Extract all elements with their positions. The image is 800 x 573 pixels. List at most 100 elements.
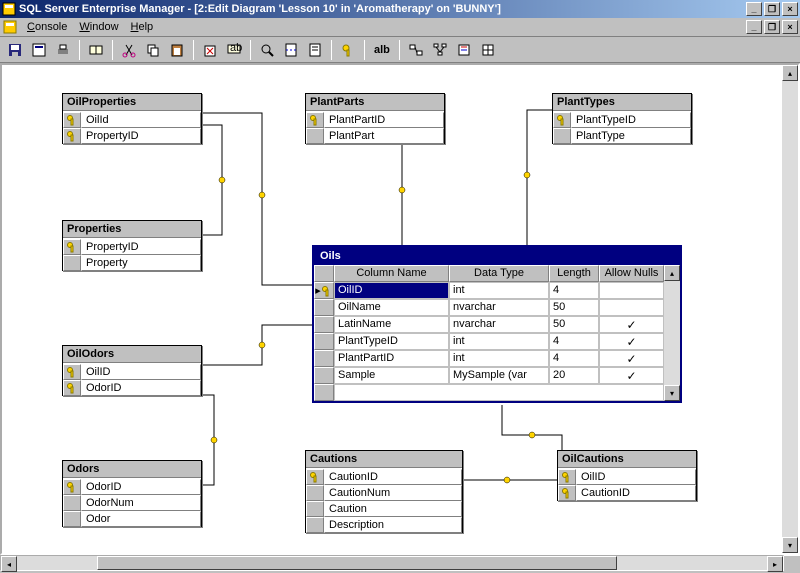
cell-column-name[interactable]: Sample	[334, 367, 449, 384]
table-oilcautions[interactable]: OilCautionsOilIDCautionID	[557, 450, 697, 501]
table-title[interactable]: PlantParts	[306, 94, 444, 111]
table-odors[interactable]: OdorsOdorIDOdorNumOdor	[62, 460, 202, 527]
cell-column-name[interactable]: PlantPartID	[334, 350, 449, 367]
scroll-left-button[interactable]: ◂	[1, 556, 17, 572]
table-row[interactable]: OdorID	[63, 379, 201, 395]
menu-help[interactable]: Help	[125, 19, 160, 35]
close-button[interactable]: ×	[782, 2, 798, 16]
cell-data-type[interactable]: int	[449, 350, 549, 367]
cell-allow-nulls[interactable]	[599, 299, 664, 316]
table-plantparts[interactable]: PlantPartsPlantPartIDPlantPart	[305, 93, 445, 144]
mdi-restore-button[interactable]: ❐	[764, 20, 780, 34]
cell-length[interactable]: 50	[549, 299, 599, 316]
columns-button[interactable]	[477, 39, 499, 61]
canvas-scrollbar-h[interactable]: ◂ ▸	[0, 555, 784, 571]
table-row[interactable]: SampleMySample (var20✓	[314, 367, 664, 384]
scroll-up-button[interactable]: ▴	[664, 265, 680, 281]
cell-column-name[interactable]: PlantTypeID	[334, 333, 449, 350]
cell-column-name[interactable]: OilName	[334, 299, 449, 316]
properties-button[interactable]	[28, 39, 50, 61]
mdi-icon[interactable]	[2, 19, 18, 35]
show-relations-button[interactable]	[405, 39, 427, 61]
cell-allow-nulls[interactable]: ✓	[599, 367, 664, 384]
scroll-right-button[interactable]: ▸	[767, 556, 783, 572]
table-row[interactable]: CautionNum	[306, 484, 462, 500]
col-header-name[interactable]: Column Name	[334, 265, 449, 282]
recalc-button[interactable]	[304, 39, 326, 61]
mdi-close-button[interactable]: ×	[782, 20, 798, 34]
oils-grid[interactable]: Column Name Data Type Length Allow Nulls…	[314, 265, 664, 401]
col-header-nulls[interactable]: Allow Nulls	[599, 265, 664, 282]
paste-button[interactable]	[166, 39, 188, 61]
table-title[interactable]: OilCautions	[558, 451, 696, 468]
table-row[interactable]: Description	[306, 516, 462, 532]
cell-data-type[interactable]: int	[449, 282, 549, 299]
maximize-button[interactable]: ❐	[764, 2, 780, 16]
table-row[interactable]: PlantTypeID	[553, 111, 691, 127]
table-oils[interactable]: Oils Column Name Data Type Length Allow …	[312, 245, 682, 403]
cell-data-type[interactable]: nvarchar	[449, 316, 549, 333]
table-title[interactable]: OilOdors	[63, 346, 201, 363]
table-row[interactable]: PlantType	[553, 127, 691, 143]
row-header[interactable]	[314, 350, 334, 367]
table-row[interactable]: LatinNamenvarchar50✓	[314, 316, 664, 333]
primary-key-button[interactable]	[337, 39, 359, 61]
table-title[interactable]: PlantTypes	[553, 94, 691, 111]
table-row[interactable]: OdorNum	[63, 494, 201, 510]
page-break-button[interactable]	[280, 39, 302, 61]
table-properties[interactable]: PropertiesPropertyIDProperty	[62, 220, 202, 271]
table-row[interactable]: OilNamenvarchar50	[314, 299, 664, 316]
cell-data-type[interactable]: int	[449, 333, 549, 350]
row-header[interactable]: ▸	[314, 282, 334, 299]
cell-data-type[interactable]: MySample (var	[449, 367, 549, 384]
table-row[interactable]: Caution	[306, 500, 462, 516]
cell-allow-nulls[interactable]: ✓	[599, 333, 664, 350]
table-title[interactable]: Properties	[63, 221, 201, 238]
cut-button[interactable]	[118, 39, 140, 61]
cell-column-name[interactable]: OilID	[334, 282, 449, 299]
row-header[interactable]	[314, 333, 334, 350]
scroll-up-button[interactable]: ▴	[782, 65, 798, 81]
table-row[interactable]: Odor	[63, 510, 201, 526]
annotations-button[interactable]: ab	[223, 39, 245, 61]
save-button[interactable]	[4, 39, 26, 61]
table-row[interactable]: ▸OilIDint4	[314, 282, 664, 299]
menu-console[interactable]: Console	[21, 19, 73, 35]
table-row[interactable]: PlantPartID	[306, 111, 444, 127]
col-header-type[interactable]: Data Type	[449, 265, 549, 282]
table-oilodors[interactable]: OilOdorsOilIDOdorID	[62, 345, 202, 396]
cell-length[interactable]: 4	[549, 333, 599, 350]
cell-allow-nulls[interactable]: ✓	[599, 316, 664, 333]
cell-data-type[interactable]: nvarchar	[449, 299, 549, 316]
table-row[interactable]: PlantPartIDint4✓	[314, 350, 664, 367]
zoom-button[interactable]	[256, 39, 278, 61]
cell-allow-nulls[interactable]: ✓	[599, 350, 664, 367]
cell-length[interactable]: 4	[549, 282, 599, 299]
copy-button[interactable]	[142, 39, 164, 61]
new-table-button[interactable]	[85, 39, 107, 61]
table-row[interactable]: OilId	[63, 111, 201, 127]
delete-button[interactable]	[199, 39, 221, 61]
row-header[interactable]	[314, 367, 334, 384]
table-row[interactable]: CautionID	[306, 468, 462, 484]
table-row[interactable]: CautionID	[558, 484, 696, 500]
diagram-canvas[interactable]: OilPropertiesOilIdPropertyID PropertiesP…	[2, 65, 798, 553]
cell-length[interactable]: 20	[549, 367, 599, 384]
table-planttypes[interactable]: PlantTypesPlantTypeIDPlantType	[552, 93, 692, 144]
manage-relations-button[interactable]	[429, 39, 451, 61]
table-title[interactable]: Odors	[63, 461, 201, 478]
table-oils-title[interactable]: Oils	[314, 247, 680, 265]
cell-column-name[interactable]: LatinName	[334, 316, 449, 333]
table-row[interactable]: OilID	[558, 468, 696, 484]
table-row[interactable]: PlantPart	[306, 127, 444, 143]
cell-allow-nulls[interactable]	[599, 282, 664, 299]
oils-scrollbar-v[interactable]: ▴ ▾	[664, 265, 680, 401]
table-row[interactable]: Property	[63, 254, 201, 270]
scroll-down-button[interactable]: ▾	[664, 385, 680, 401]
mdi-minimize-button[interactable]: _	[746, 20, 762, 34]
row-header[interactable]	[314, 299, 334, 316]
table-title[interactable]: Cautions	[306, 451, 462, 468]
cell-length[interactable]: 4	[549, 350, 599, 367]
col-header-length[interactable]: Length	[549, 265, 599, 282]
table-row[interactable]: PropertyID	[63, 127, 201, 143]
